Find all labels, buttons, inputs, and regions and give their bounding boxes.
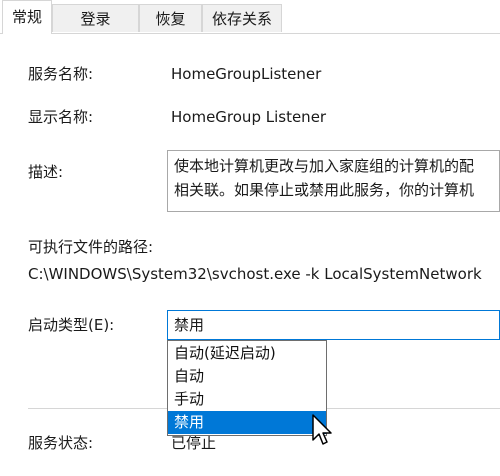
tab-logon[interactable]: 登录	[52, 4, 139, 32]
service-name-value: HomeGroupListener	[171, 65, 322, 83]
exec-path-label: 可执行文件的路径:	[28, 238, 154, 256]
tab-strip: 常规 登录 恢复 依存关系	[0, 0, 500, 34]
startup-type-dropdown-list: 自动(延迟启动) 自动 手动 禁用	[167, 340, 327, 436]
tab-dependencies[interactable]: 依存关系	[202, 4, 282, 32]
option-auto[interactable]: 自动	[168, 365, 326, 388]
exec-path-value: C:\WINDOWS\System32\svchost.exe -k Local…	[28, 265, 482, 283]
display-name-value: HomeGroup Listener	[171, 108, 327, 126]
description-label: 描述:	[28, 163, 64, 181]
option-disabled[interactable]: 禁用	[168, 411, 326, 434]
service-status-label: 服务状态:	[28, 434, 94, 452]
tab-general[interactable]: 常规	[2, 0, 52, 34]
service-name-label: 服务名称:	[28, 65, 94, 83]
mouse-pointer-icon	[312, 414, 332, 445]
service-status-value: 已停止	[171, 434, 217, 452]
description-textbox[interactable]: 使本地计算机更改与加入家庭组的计算机的配 相关联。如果停止或禁用此服务，你的计算…	[167, 150, 500, 212]
display-name-label: 显示名称:	[28, 108, 94, 126]
description-line-2: 相关联。如果停止或禁用此服务，你的计算机	[174, 181, 475, 199]
startup-type-select[interactable]: 禁用	[167, 310, 500, 340]
option-auto-delayed[interactable]: 自动(延迟启动)	[168, 342, 326, 365]
option-manual[interactable]: 手动	[168, 388, 326, 411]
tab-recovery[interactable]: 恢复	[139, 4, 202, 32]
description-line-1: 使本地计算机更改与加入家庭组的计算机的配	[174, 157, 475, 175]
startup-type-label: 启动类型(E):	[28, 316, 115, 334]
